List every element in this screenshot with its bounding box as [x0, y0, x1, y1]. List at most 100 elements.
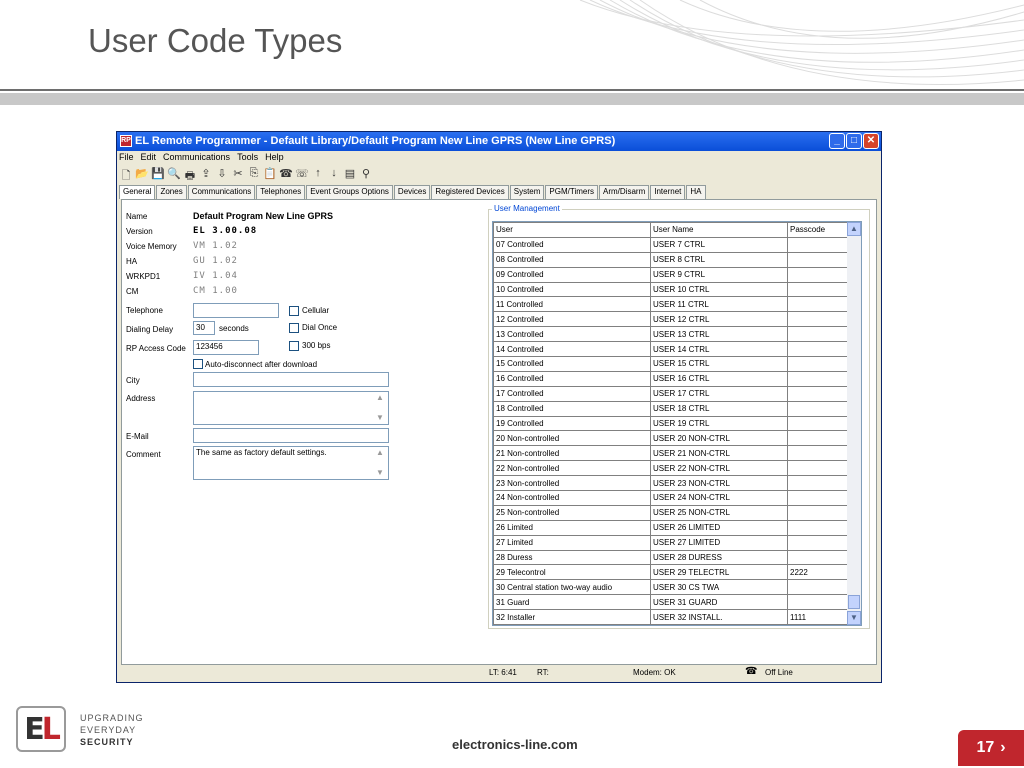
column-header-user[interactable]: User: [493, 222, 651, 238]
300-bps-checkbox[interactable]: [289, 341, 299, 351]
user-cell[interactable]: 09 Controlled: [493, 266, 651, 283]
footer-url[interactable]: electronics-line.com: [452, 737, 578, 752]
table-row[interactable]: 11 Controlled USER 11 CTRL: [493, 296, 849, 313]
tab-event-groups-options[interactable]: Event Groups Options: [306, 185, 393, 199]
user-cell[interactable]: 22 Non-controlled: [493, 460, 651, 477]
user-cell[interactable]: 29 Telecontrol: [493, 564, 651, 581]
table-row[interactable]: 32 Installer USER 32 INSTALL. 1111: [493, 609, 849, 625]
user-name-cell[interactable]: USER 10 CTRL: [650, 281, 788, 298]
user-name-cell[interactable]: USER 11 CTRL: [650, 296, 788, 313]
passcode-cell[interactable]: [787, 549, 849, 566]
passcode-cell[interactable]: [787, 385, 849, 402]
passcode-cell[interactable]: [787, 370, 849, 387]
user-cell[interactable]: 14 Controlled: [493, 341, 651, 358]
user-cell[interactable]: 11 Controlled: [493, 296, 651, 313]
table-row[interactable]: 13 Controlled USER 13 CTRL: [493, 326, 849, 343]
user-cell[interactable]: 26 Limited: [493, 519, 651, 536]
tab-internet[interactable]: Internet: [650, 185, 686, 199]
tab-zones[interactable]: Zones: [156, 185, 187, 199]
user-name-cell[interactable]: USER 31 GUARD: [650, 594, 788, 611]
menu-edit[interactable]: Edit: [141, 152, 157, 166]
column-header-user-name[interactable]: User Name: [650, 222, 788, 238]
passcode-cell[interactable]: [787, 400, 849, 417]
user-name-cell[interactable]: USER 27 LIMITED: [650, 534, 788, 551]
table-row[interactable]: 30 Central station two-way audio USER 30 …: [493, 579, 849, 596]
table-row[interactable]: 27 Limited USER 27 LIMITED: [493, 534, 849, 551]
passcode-cell[interactable]: [787, 251, 849, 268]
column-header-passcode[interactable]: Passcode: [787, 222, 849, 238]
preview-icon[interactable]: 🔍: [167, 167, 181, 183]
passcode-cell[interactable]: [787, 415, 849, 432]
user-cell[interactable]: 18 Controlled: [493, 400, 651, 417]
passcode-cell[interactable]: [787, 266, 849, 283]
passcode-cell[interactable]: [787, 504, 849, 521]
user-cell[interactable]: 30 Central station two-way audio: [493, 579, 651, 596]
passcode-cell[interactable]: [787, 490, 849, 506]
passcode-cell[interactable]: [787, 326, 849, 343]
close-icon[interactable]: ✕: [863, 133, 879, 149]
user-cell[interactable]: 20 Non-controlled: [493, 430, 651, 447]
user-name-cell[interactable]: USER 13 CTRL: [650, 326, 788, 343]
print-icon[interactable]: 🖶: [183, 167, 197, 183]
user-cell[interactable]: 32 Installer: [493, 609, 651, 625]
open-icon[interactable]: 📂: [135, 167, 149, 183]
tab-communications[interactable]: Communications: [187, 185, 256, 199]
user-name-cell[interactable]: USER 22 NON-CTRL: [650, 460, 788, 477]
user-name-cell[interactable]: USER 8 CTRL: [650, 251, 788, 268]
passcode-cell[interactable]: [787, 460, 849, 477]
scroll-thumb[interactable]: [848, 595, 860, 609]
email-input[interactable]: [193, 428, 389, 443]
tab-devices[interactable]: Devices: [393, 185, 431, 199]
hangup-icon[interactable]: ☏: [295, 167, 309, 183]
menu-communications[interactable]: Communications: [163, 152, 230, 166]
arrow-up-icon[interactable]: ↑: [311, 167, 325, 183]
paste-icon[interactable]: 📋: [263, 167, 277, 183]
user-name-cell[interactable]: USER 19 CTRL: [650, 415, 788, 432]
address-textarea[interactable]: [193, 391, 389, 425]
table-row[interactable]: 23 Non-controlled USER 23 NON-CTRL: [493, 475, 849, 492]
user-cell[interactable]: 23 Non-controlled: [493, 475, 651, 492]
comment-scroll-up-icon[interactable]: ▲: [376, 448, 384, 457]
maximize-icon[interactable]: □: [846, 133, 862, 149]
cellular-checkbox[interactable]: [289, 306, 299, 316]
dial-icon[interactable]: ☎: [279, 167, 293, 183]
passcode-cell[interactable]: [787, 519, 849, 536]
user-name-cell[interactable]: USER 16 CTRL: [650, 370, 788, 387]
user-name-cell[interactable]: USER 28 DURESS: [650, 549, 788, 566]
tab-pgm-timers[interactable]: PGM/Timers: [545, 185, 599, 199]
passcode-cell[interactable]: [787, 594, 849, 611]
passcode-cell[interactable]: [787, 445, 849, 462]
table-row[interactable]: 16 Controlled USER 16 CTRL: [493, 370, 849, 387]
table-row[interactable]: 22 Non-controlled USER 22 NON-CTRL: [493, 460, 849, 477]
save-icon[interactable]: 💾: [151, 167, 165, 183]
user-name-cell[interactable]: USER 23 NON-CTRL: [650, 475, 788, 492]
user-name-cell[interactable]: USER 24 NON-CTRL: [650, 490, 788, 506]
user-name-cell[interactable]: USER 21 NON-CTRL: [650, 445, 788, 462]
user-name-cell[interactable]: USER 29 TELECTRL: [650, 564, 788, 581]
upload-icon[interactable]: ⇪: [199, 167, 213, 183]
table-row[interactable]: 14 Controlled USER 14 CTRL: [493, 341, 849, 358]
download-icon[interactable]: ⇩: [215, 167, 229, 183]
scroll-down-icon[interactable]: ▼: [847, 611, 861, 625]
table-row[interactable]: 07 Controlled USER 7 CTRL: [493, 236, 849, 253]
passcode-cell[interactable]: [787, 430, 849, 447]
passcode-cell[interactable]: 2222: [787, 564, 849, 581]
address-scroll-down-icon[interactable]: ▼: [376, 413, 384, 422]
table-row[interactable]: 24 Non-controlled USER 24 NON-CTRL: [493, 490, 849, 506]
tab-registered-devices[interactable]: Registered Devices: [431, 185, 509, 199]
user-cell[interactable]: 17 Controlled: [493, 385, 651, 402]
user-cell[interactable]: 21 Non-controlled: [493, 445, 651, 462]
tab-arm-disarm[interactable]: Arm/Disarm: [599, 185, 650, 199]
user-cell[interactable]: 12 Controlled: [493, 311, 651, 328]
passcode-cell[interactable]: [787, 356, 849, 372]
user-name-cell[interactable]: USER 20 NON-CTRL: [650, 430, 788, 447]
user-cell[interactable]: 16 Controlled: [493, 370, 651, 387]
table-row[interactable]: 18 Controlled USER 18 CTRL: [493, 400, 849, 417]
passcode-cell[interactable]: [787, 341, 849, 358]
table-row[interactable]: 31 Guard USER 31 GUARD: [493, 594, 849, 611]
user-cell[interactable]: 27 Limited: [493, 534, 651, 551]
user-cell[interactable]: 31 Guard: [493, 594, 651, 611]
user-name-cell[interactable]: USER 30 CS TWA: [650, 579, 788, 596]
auto-disconnect-checkbox[interactable]: [193, 359, 203, 369]
passcode-cell[interactable]: [787, 296, 849, 313]
